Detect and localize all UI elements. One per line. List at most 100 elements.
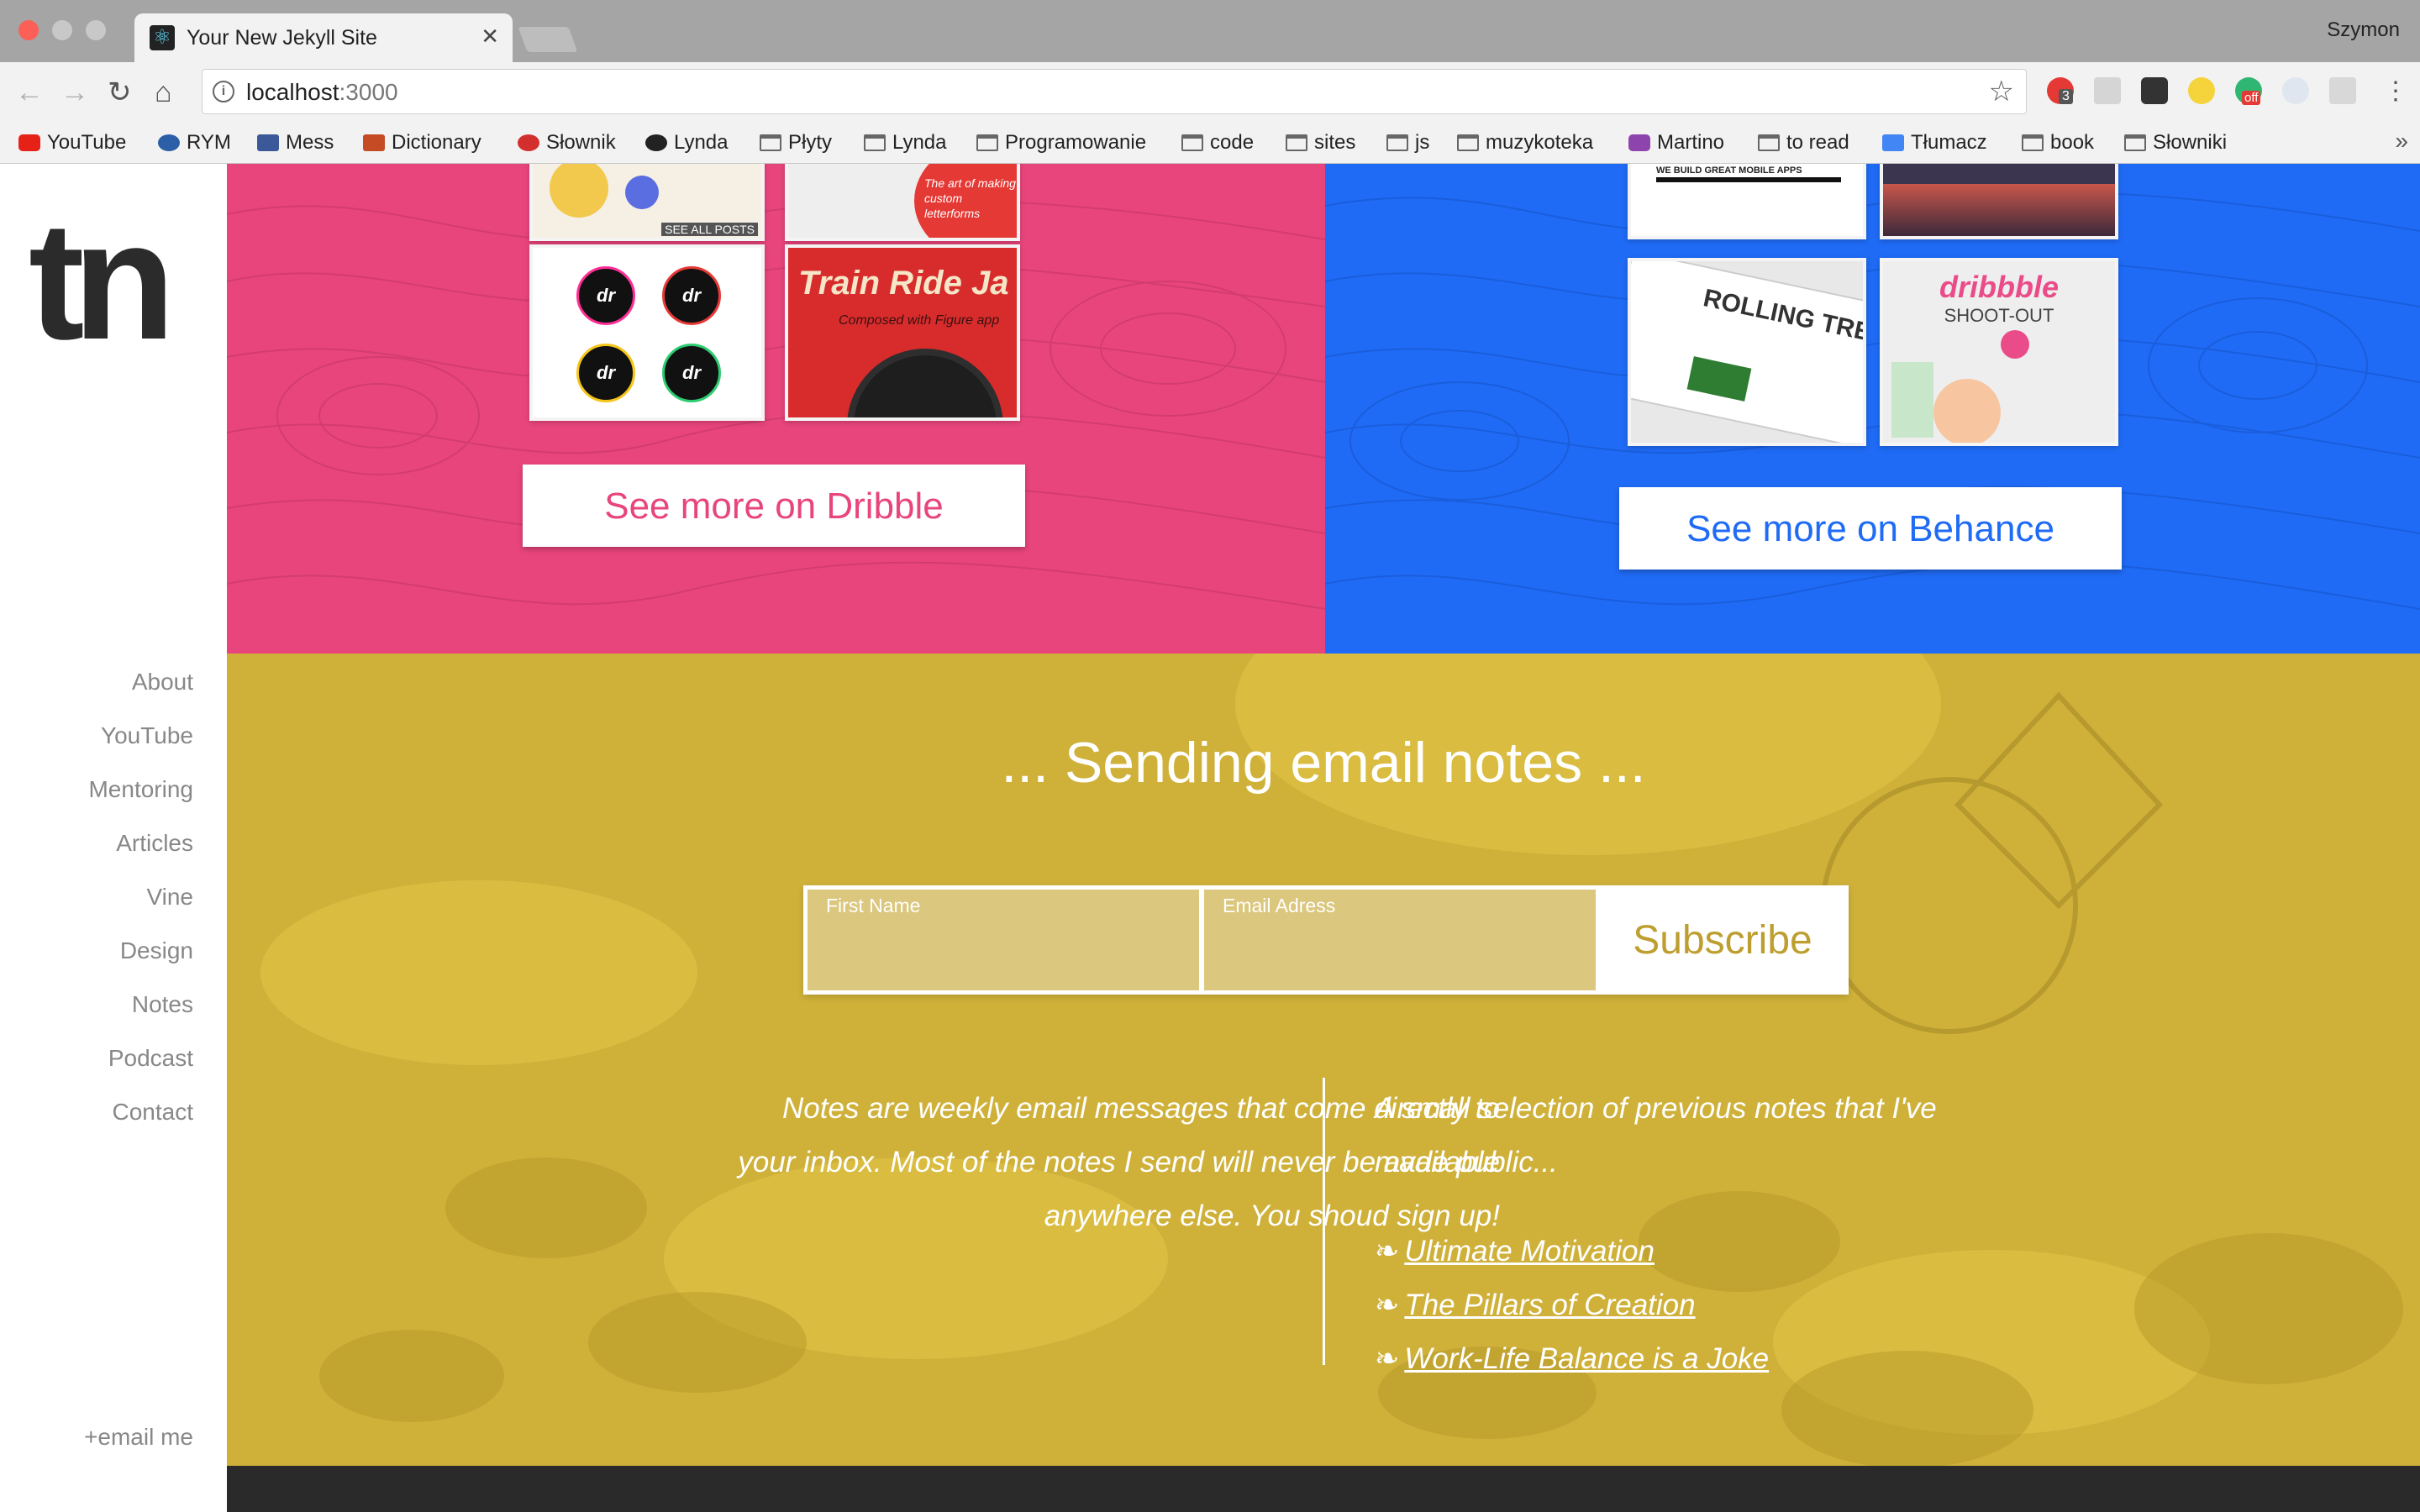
react-devtools-icon[interactable] xyxy=(2282,77,2309,104)
bookmark-lynda[interactable]: Lynda xyxy=(645,129,729,156)
new-tab-button[interactable] xyxy=(518,27,578,52)
nav-vine[interactable]: Vine xyxy=(88,870,193,924)
nav-mentoring[interactable]: Mentoring xyxy=(88,763,193,816)
chrome-menu-icon[interactable]: ⋮ xyxy=(2383,77,2408,106)
bookmark-tlumacz[interactable]: Tłumacz xyxy=(1882,129,1987,156)
dropbox-extension-icon[interactable] xyxy=(2094,77,2121,104)
bookmark-label: book xyxy=(2050,131,2095,154)
shot-baby-graphic xyxy=(1933,379,2001,443)
signup-form: First Name Email Adress Subscribe xyxy=(803,885,1849,995)
back-arrow-icon[interactable]: ← xyxy=(15,76,44,109)
shot-record-graphic xyxy=(847,349,1003,417)
browser-toolbar: ← → ↻ ⌂ i localhost:3000 ☆ 3 off ⋮ xyxy=(0,62,2420,123)
toggle-extension-icon[interactable]: off xyxy=(2235,77,2262,105)
reload-icon[interactable]: ↻ xyxy=(108,76,132,109)
see-more-dribbble-button[interactable]: See more on Dribble xyxy=(523,465,1025,547)
email-me-link[interactable]: +email me xyxy=(84,1424,193,1451)
tab-close-icon[interactable]: ✕ xyxy=(481,24,499,49)
shot-train-title: Train Ride Ja xyxy=(798,265,1009,302)
address-bar[interactable]: i localhost:3000 ☆ xyxy=(202,69,2027,114)
column-divider xyxy=(1323,1078,1325,1365)
email-field[interactable]: Email Adress xyxy=(1204,890,1596,990)
fleuron-icon: ❧ xyxy=(1375,1289,1400,1321)
bookmark-dictionary[interactable]: Dictionary xyxy=(363,129,481,156)
color-extension-icon[interactable] xyxy=(2188,77,2215,104)
behance-shot-mobile[interactable]: WE BUILD GREAT MOBILE APPS xyxy=(1628,164,1866,239)
subscribe-button[interactable]: Subscribe xyxy=(1602,890,1844,990)
nav-podcast[interactable]: Podcast xyxy=(88,1032,193,1085)
info-icon[interactable]: i xyxy=(213,81,234,102)
bookmark-folder-plyty[interactable]: Płyty xyxy=(760,129,832,156)
bookmark-folder-programowanie[interactable]: Programowanie xyxy=(976,129,1146,156)
bookmark-folder-book[interactable]: book xyxy=(2022,129,2094,156)
note-link-ultimate-motivation[interactable]: ❧ Ultimate Motivation xyxy=(1375,1225,1769,1278)
window-maximize-button[interactable] xyxy=(86,20,106,40)
bookmark-slownik[interactable]: Słownik xyxy=(518,129,616,156)
browser-tab[interactable]: ⚛ Your New Jekyll Site ✕ xyxy=(134,13,513,62)
folder-icon xyxy=(1758,134,1780,151)
fleuron-icon: ❧ xyxy=(1375,1235,1400,1268)
bookmark-folder-muzykoteka[interactable]: muzykoteka xyxy=(1457,129,1593,156)
bookmark-rym[interactable]: RYM xyxy=(158,129,231,156)
behance-shot-dribbble-shootout[interactable]: dribbble SHOOT-OUT xyxy=(1880,258,2118,446)
nav-design[interactable]: Design xyxy=(88,924,193,978)
bookmark-label: code xyxy=(1210,131,1255,154)
bookmark-folder-slowniki[interactable]: Słowniki xyxy=(2124,129,2227,156)
newsletter-title: ... Sending email notes ... xyxy=(1001,731,1646,795)
nav-about[interactable]: About xyxy=(88,655,193,709)
bookmark-martino[interactable]: Martino xyxy=(1628,129,1724,156)
dribbble-ball-icon xyxy=(2001,330,2029,359)
bookmark-label: Tłumacz xyxy=(1911,131,1987,154)
bookmark-label: Lynda xyxy=(892,131,947,154)
dribbble-shot-lettering[interactable]: The art of making custom letterforms xyxy=(785,164,1020,241)
profile-name[interactable]: Szymon xyxy=(2327,18,2400,42)
window-close-button[interactable] xyxy=(18,20,39,40)
ublock-extension-icon[interactable]: 3 xyxy=(2047,77,2074,104)
bookmark-label: Słowniki xyxy=(2153,131,2228,154)
first-name-field[interactable]: First Name xyxy=(808,890,1199,990)
see-more-behance-button[interactable]: See more on Behance xyxy=(1619,487,2122,570)
sidebar: tn About YouTube Mentoring Articles Vine… xyxy=(0,164,227,1512)
behance-panel: WE BUILD GREAT MOBILE APPS ROLLING TREE … xyxy=(1325,164,2420,654)
behance-shot-bridge[interactable] xyxy=(1880,164,2118,239)
nav-articles[interactable]: Articles xyxy=(88,816,193,870)
bookmark-youtube[interactable]: YouTube xyxy=(18,129,126,156)
behance-shot-rolling-tree[interactable]: ROLLING TREE xyxy=(1628,258,1866,446)
tab-title: Your New Jekyll Site xyxy=(187,26,377,50)
note-link-pillars-of-creation[interactable]: ❧ The Pillars of Creation xyxy=(1375,1278,1769,1332)
gear-extension-icon[interactable] xyxy=(2141,77,2168,104)
forward-arrow-icon[interactable]: → xyxy=(60,76,89,109)
bookmark-folder-sites[interactable]: sites xyxy=(1286,129,1355,156)
topographic-pattern xyxy=(227,199,1325,610)
note-link-work-life-balance[interactable]: ❧ Work-Life Balance is a Joke xyxy=(1375,1332,1769,1386)
bookmark-label: to read xyxy=(1786,131,1849,154)
note-link-text: The Pillars of Creation xyxy=(1404,1289,1696,1321)
newsletter-section: ... Sending email notes ... First Name E… xyxy=(227,654,2420,1466)
site-logo[interactable]: tn xyxy=(29,189,176,374)
grid-extension-icon[interactable] xyxy=(2329,77,2356,104)
bookmark-folder-code[interactable]: code xyxy=(1181,129,1254,156)
dribbble-shot-posts[interactable]: SEE ALL POSTS xyxy=(529,164,765,241)
dribbble-shot-train-ride[interactable]: Train Ride Ja Composed with Figure app xyxy=(785,244,1020,421)
bookmark-folder-to-read[interactable]: to read xyxy=(1758,129,1849,156)
bookmark-folder-js[interactable]: js xyxy=(1386,129,1429,156)
url-text[interactable]: localhost:3000 xyxy=(246,80,398,105)
google-translate-icon xyxy=(1882,134,1904,151)
email-input[interactable] xyxy=(1223,932,1579,975)
nav-notes[interactable]: Notes xyxy=(88,978,193,1032)
dribbble-shot-dr-badges[interactable]: dr dr dr dr xyxy=(529,244,765,421)
first-name-input[interactable] xyxy=(826,932,1182,975)
note-link-text: Ultimate Motivation xyxy=(1404,1235,1655,1268)
bookmarks-overflow-icon[interactable]: » xyxy=(2395,128,2408,155)
window-minimize-button[interactable] xyxy=(52,20,72,40)
diki-icon xyxy=(518,134,539,151)
home-icon[interactable]: ⌂ xyxy=(155,76,172,109)
nav-contact[interactable]: Contact xyxy=(88,1085,194,1139)
nav-youtube[interactable]: YouTube xyxy=(88,709,193,763)
bookmark-mess[interactable]: Mess xyxy=(257,129,334,156)
bookmark-star-icon[interactable]: ☆ xyxy=(1989,75,2014,108)
url-port: :3000 xyxy=(339,79,398,105)
bookmark-folder-lynda[interactable]: Lynda xyxy=(864,129,947,156)
shot-page-graphic xyxy=(1631,261,1863,443)
folder-icon xyxy=(976,134,998,151)
